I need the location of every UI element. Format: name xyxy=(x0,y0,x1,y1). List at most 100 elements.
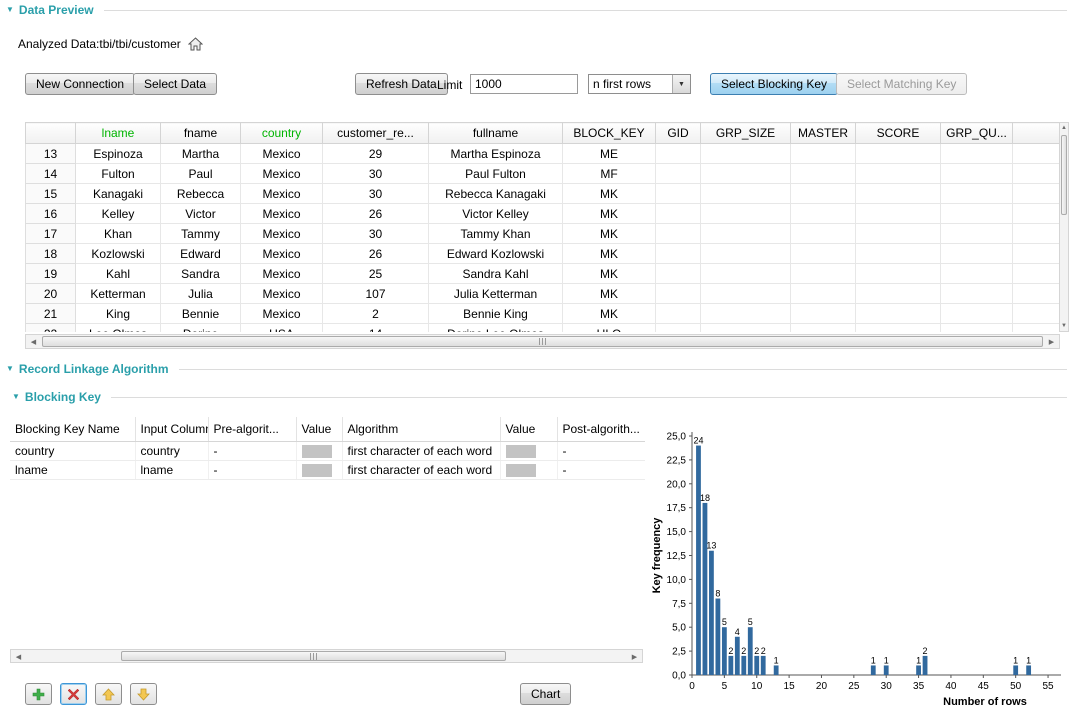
cell[interactable] xyxy=(701,324,791,333)
column-header-country[interactable]: country xyxy=(241,123,323,144)
cell[interactable]: USA xyxy=(241,324,323,333)
cell[interactable] xyxy=(791,304,856,324)
cell[interactable]: Tammy xyxy=(161,224,241,244)
cell[interactable]: Kozlowski xyxy=(76,244,161,264)
cell[interactable] xyxy=(656,264,701,284)
cell[interactable]: Dorine xyxy=(161,324,241,333)
blocking-column-header-value[interactable]: Value xyxy=(500,417,557,442)
cell[interactable]: Edward xyxy=(161,244,241,264)
cell[interactable] xyxy=(941,224,1013,244)
blocking-cell[interactable]: first character of each word xyxy=(342,461,500,480)
scroll-right-icon[interactable]: ▶ xyxy=(627,650,642,663)
scroll-up-icon[interactable]: ▲ xyxy=(1060,123,1068,133)
cell[interactable] xyxy=(701,184,791,204)
value-cell[interactable] xyxy=(296,442,342,461)
table-row[interactable]: 14FultonPaulMexico30Paul FultonMF xyxy=(26,164,1061,184)
cell[interactable]: Mexico xyxy=(241,244,323,264)
collapse-triangle-icon[interactable]: ▼ xyxy=(6,365,14,373)
cell[interactable]: Mexico xyxy=(241,164,323,184)
table-row[interactable]: 13EspinozaMarthaMexico29Martha EspinozaM… xyxy=(26,144,1061,164)
cell[interactable]: ULO xyxy=(563,324,656,333)
section-header-record-linkage[interactable]: ▼ Record Linkage Algorithm xyxy=(6,361,1067,377)
cell[interactable] xyxy=(856,304,941,324)
blocking-horizontal-scrollbar[interactable]: ◀ ▶ xyxy=(10,649,643,663)
cell[interactable]: MK xyxy=(563,204,656,224)
cell[interactable]: Mexico xyxy=(241,184,323,204)
cell[interactable] xyxy=(1013,204,1061,224)
cell[interactable]: Fulton xyxy=(76,164,161,184)
cell[interactable]: Bennie King xyxy=(429,304,563,324)
cell[interactable] xyxy=(656,204,701,224)
blocking-cell[interactable]: - xyxy=(557,461,645,480)
cell[interactable]: 2 xyxy=(323,304,429,324)
table-row[interactable]: 15KanagakiRebeccaMexico30Rebecca Kanagak… xyxy=(26,184,1061,204)
cell[interactable] xyxy=(856,224,941,244)
row-number-cell[interactable]: 16 xyxy=(26,204,76,224)
cell[interactable]: Paul xyxy=(161,164,241,184)
cell[interactable]: Lee Olmos xyxy=(76,324,161,333)
cell[interactable]: Tammy Khan xyxy=(429,224,563,244)
cell[interactable] xyxy=(1013,144,1061,164)
section-header-blocking-key[interactable]: ▼ Blocking Key xyxy=(12,389,1067,405)
cell[interactable] xyxy=(656,184,701,204)
cell[interactable]: 14 xyxy=(323,324,429,333)
blocking-cell[interactable]: - xyxy=(557,442,645,461)
cell[interactable]: Espinoza xyxy=(76,144,161,164)
refresh-data-button[interactable]: Refresh Data xyxy=(355,73,448,95)
column-header-SCORE[interactable]: SCORE xyxy=(856,123,941,144)
limit-input[interactable] xyxy=(470,74,578,94)
cell[interactable]: Kelley xyxy=(76,204,161,224)
cell[interactable] xyxy=(791,204,856,224)
cell[interactable]: Sandra xyxy=(161,264,241,284)
delete-blocking-key-button[interactable] xyxy=(60,683,87,705)
cell[interactable]: Martha Espinoza xyxy=(429,144,563,164)
cell[interactable]: 26 xyxy=(323,204,429,224)
chevron-down-icon[interactable]: ▼ xyxy=(672,75,690,93)
table-row[interactable]: 19KahlSandraMexico25Sandra KahlMK xyxy=(26,264,1061,284)
value-field[interactable] xyxy=(302,445,332,458)
move-down-button[interactable] xyxy=(130,683,157,705)
cell[interactable]: Rebecca Kanagaki xyxy=(429,184,563,204)
row-number-cell[interactable]: 19 xyxy=(26,264,76,284)
cell[interactable]: ME xyxy=(563,144,656,164)
cell[interactable] xyxy=(701,144,791,164)
cell[interactable] xyxy=(656,304,701,324)
scroll-down-icon[interactable]: ▼ xyxy=(1060,321,1068,331)
column-header-MASTER[interactable]: MASTER xyxy=(791,123,856,144)
value-cell[interactable] xyxy=(500,442,557,461)
cell[interactable]: MK xyxy=(563,244,656,264)
blocking-cell[interactable]: - xyxy=(208,461,296,480)
cell[interactable] xyxy=(701,164,791,184)
cell[interactable] xyxy=(941,284,1013,304)
cell[interactable]: Mexico xyxy=(241,144,323,164)
blocking-key-row[interactable]: countrycountry-first character of each w… xyxy=(10,442,645,461)
table-row[interactable]: 21KingBennieMexico2Bennie KingMK xyxy=(26,304,1061,324)
home-icon[interactable] xyxy=(188,37,203,51)
blocking-cell[interactable]: country xyxy=(135,442,208,461)
cell[interactable]: MK xyxy=(563,184,656,204)
cell[interactable] xyxy=(656,164,701,184)
cell[interactable]: Julia Ketterman xyxy=(429,284,563,304)
add-blocking-key-button[interactable] xyxy=(25,683,52,705)
cell[interactable]: Kanagaki xyxy=(76,184,161,204)
row-mode-select[interactable]: n first rows ▼ xyxy=(588,74,691,94)
cell[interactable] xyxy=(1013,264,1061,284)
cell[interactable] xyxy=(656,224,701,244)
cell[interactable] xyxy=(856,324,941,333)
column-header-GID[interactable]: GID xyxy=(656,123,701,144)
collapse-triangle-icon[interactable]: ▼ xyxy=(6,6,14,14)
row-number-cell[interactable]: 21 xyxy=(26,304,76,324)
cell[interactable] xyxy=(701,264,791,284)
cell[interactable] xyxy=(941,144,1013,164)
column-header-BLOCK_KEY[interactable]: BLOCK_KEY xyxy=(563,123,656,144)
cell[interactable] xyxy=(856,264,941,284)
cell[interactable] xyxy=(1013,184,1061,204)
cell[interactable] xyxy=(856,184,941,204)
value-field[interactable] xyxy=(506,464,536,477)
cell[interactable]: Rebecca xyxy=(161,184,241,204)
cell[interactable]: Victor xyxy=(161,204,241,224)
column-header-customer_re...[interactable]: customer_re... xyxy=(323,123,429,144)
column-header-GRP_QU...[interactable]: GRP_QU... xyxy=(941,123,1013,144)
column-header-blank[interactable] xyxy=(1013,123,1061,144)
cell[interactable] xyxy=(701,224,791,244)
